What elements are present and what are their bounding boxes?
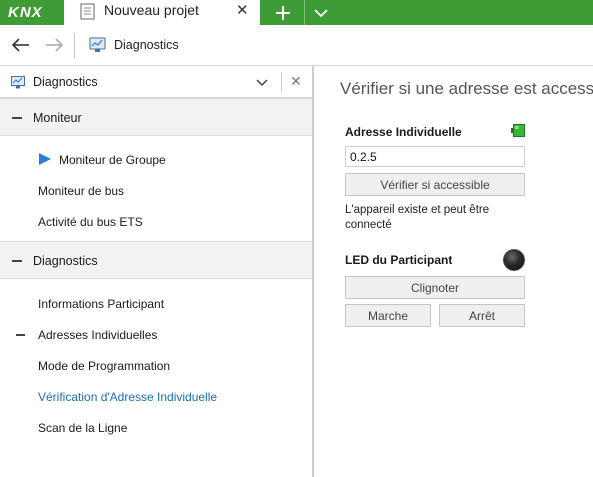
sidebar-item-scan-de-la-ligne[interactable]: Scan de la Ligne <box>38 421 127 435</box>
document-icon <box>80 3 95 20</box>
navigation-bar: Diagnostics <box>0 25 593 66</box>
diagnostics-icon <box>89 37 106 52</box>
sidebar-item-mode-de-programmation[interactable]: Mode de Programmation <box>38 359 170 373</box>
plus-icon <box>276 5 290 20</box>
play-icon <box>39 153 51 165</box>
panel-title: Diagnostics <box>33 75 98 89</box>
address-check-panel: Vérifier si une adresse est accessible A… <box>316 66 593 477</box>
tab-list-button[interactable] <box>306 0 336 25</box>
tab-title: Nouveau projet <box>104 2 199 18</box>
close-icon[interactable]: ✕ <box>290 73 302 90</box>
sidebar-item-moniteur-de-bus[interactable]: Moniteur de bus <box>38 184 124 198</box>
collapse-icon[interactable] <box>12 117 22 119</box>
sidebar-item-activite-bus-ets[interactable]: Activité du bus ETS <box>38 215 143 229</box>
sidebar-item-adresses-individuelles[interactable]: Adresses Individuelles <box>38 328 157 342</box>
panel-header-separator <box>281 72 282 92</box>
panel-header: Diagnostics ✕ <box>0 66 312 98</box>
tab-bar: KNX Nouveau projet ✕ <box>0 0 593 25</box>
on-button[interactable]: Marche <box>345 304 431 327</box>
forward-arrow-icon[interactable] <box>43 35 65 55</box>
group-moniteur[interactable]: Moniteur <box>0 98 312 136</box>
blink-button[interactable]: Clignoter <box>345 276 525 299</box>
knx-logo: KNX <box>0 0 64 25</box>
collapse-icon[interactable] <box>12 260 22 262</box>
tab-nouveau-projet[interactable]: Nouveau projet ✕ <box>64 0 260 25</box>
collapse-icon[interactable] <box>16 334 25 336</box>
page-title: Vérifier si une adresse est accessible <box>340 79 593 98</box>
status-led-icon <box>511 124 525 137</box>
back-arrow-icon[interactable] <box>10 35 32 55</box>
off-button[interactable]: Arrêt <box>439 304 525 327</box>
nav-separator <box>74 33 75 58</box>
close-icon[interactable]: ✕ <box>236 2 249 20</box>
chevron-down-icon <box>314 8 328 17</box>
result-message: L'appareil existe et peut être connecté <box>345 204 490 231</box>
led-indicator-icon <box>503 249 525 271</box>
tab-divider <box>304 0 305 25</box>
sidebar-item-moniteur-de-groupe[interactable]: Moniteur de Groupe <box>59 153 166 167</box>
diagnostics-icon <box>11 76 25 89</box>
sidebar-item-verification-adresse[interactable]: Vérification d'Adresse Individuelle <box>38 390 217 404</box>
address-input[interactable] <box>345 146 525 167</box>
group-label: Moniteur <box>33 111 82 125</box>
logo-text: KNX <box>8 4 43 21</box>
group-diagnostics[interactable]: Diagnostics <box>0 241 312 279</box>
address-label: Adresse Individuelle <box>345 125 462 139</box>
verify-button[interactable]: Vérifier si accessible <box>345 173 525 196</box>
diagnostics-panel: Diagnostics ✕ Moniteur Moniteur de Group… <box>0 66 314 477</box>
led-label: LED du Participant <box>345 253 453 267</box>
new-tab-button[interactable] <box>263 0 303 25</box>
breadcrumb[interactable]: Diagnostics <box>114 38 179 52</box>
chevron-down-icon[interactable] <box>255 75 269 89</box>
sidebar-item-informations-participant[interactable]: Informations Participant <box>38 297 164 311</box>
group-label: Diagnostics <box>33 254 98 268</box>
